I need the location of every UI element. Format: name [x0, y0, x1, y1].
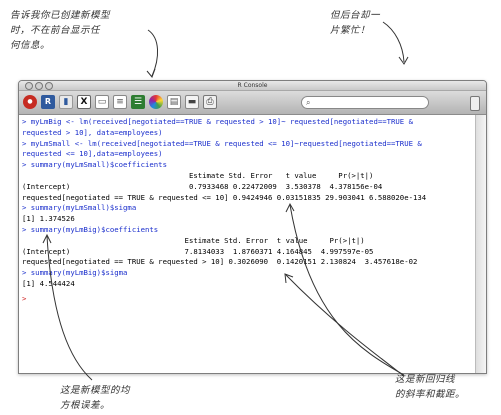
console-input-line: > myLmSmall <- lm(received[negotiated==T…	[22, 138, 422, 148]
toolbar: ● R ▮ X ▭ ≡ ☰ ▤ ▬ ⎙ ⌕	[19, 91, 486, 115]
toolbar-toggle-button[interactable]	[470, 96, 480, 111]
console-prompt[interactable]: >	[22, 294, 473, 305]
toolbar-icons: ● R ▮ X ▭ ≡ ☰ ▤ ▬ ⎙	[23, 95, 217, 109]
console-input-line: requested > 10], data=employees)	[22, 127, 163, 137]
console-input-line: > summary(myLmSmall)$sigma	[22, 203, 137, 213]
console-output-line: requested[negotiated == TRUE & requested…	[22, 257, 418, 267]
annotation-line: 但后台却一	[330, 10, 381, 21]
arrowhead-top-right	[398, 56, 409, 65]
annotation-bottom-right: 这是新回归线 的斜率和截距。	[395, 372, 485, 402]
print-icon[interactable]: ⎙	[203, 95, 217, 109]
annotation-line: 这是新模型的均	[60, 385, 131, 396]
console-input-line: > summary(myLmBig)$coefficients	[22, 224, 159, 234]
console-input-line: requested <= 10],data=employees)	[22, 149, 163, 159]
window-title: R Console	[237, 82, 268, 89]
console-output[interactable]: > myLmBig <- lm(received[negotiated==TRU…	[19, 115, 476, 373]
x11-icon[interactable]: X	[77, 95, 91, 109]
annotation-line: 的斜率和截距。	[395, 389, 466, 400]
annotation-top-right: 但后台却一 片繁忙！	[330, 8, 420, 38]
console-output-line: (Intercept) 0.7933468 0.22472009 3.53037…	[22, 181, 383, 191]
color-wheel-icon[interactable]	[149, 95, 163, 109]
title-bar: R Console	[19, 81, 486, 91]
annotation-line: 告诉我你已创建新模型	[10, 10, 111, 21]
r-logo-icon[interactable]: R	[41, 95, 55, 109]
workspace-list-icon[interactable]: ☰	[131, 95, 145, 109]
source-file-icon[interactable]: ≡	[113, 95, 127, 109]
annotation-line: 何信息。	[10, 40, 51, 51]
vertical-scrollbar[interactable]	[475, 115, 486, 373]
annotation-line: 这是新回归线	[395, 374, 456, 385]
search-field[interactable]: ⌕	[301, 96, 429, 109]
r-console-window: R Console ● R ▮ X ▭ ≡ ☰ ▤ ▬ ⎙ ⌕ > myLmBi…	[18, 80, 487, 374]
chart-icon[interactable]: ▮	[59, 95, 73, 109]
console-output-line: Estimate Std. Error t value Pr(>|t|)	[22, 235, 365, 245]
annotation-bottom-left: 这是新模型的均 方根误差。	[60, 383, 152, 413]
console-output-line: [1] 4.544424	[22, 278, 75, 288]
document-icon[interactable]: ▤	[167, 95, 181, 109]
console-output-line: (Intercept) 7.8134033 1.8760371 4.164845…	[22, 246, 374, 256]
annotation-line: 时，不在前台显示任	[10, 25, 101, 36]
stop-icon[interactable]: ●	[23, 95, 37, 109]
console-input-line: > myLmBig <- lm(received[negotiated==TRU…	[22, 117, 413, 126]
console-output-line: requested[negotiated == TRUE & requested…	[22, 192, 427, 202]
arrowhead-top-left	[146, 68, 156, 78]
new-document-icon[interactable]: ▭	[95, 95, 109, 109]
console-output-line: Estimate Std. Error t value Pr(>|t|)	[22, 170, 374, 180]
annotation-top-left: 告诉我你已创建新模型 时，不在前台显示任 何信息。	[10, 8, 150, 53]
console-output-line: [1] 1.374526	[22, 214, 75, 224]
console-input-line: > summary(myLmSmall)$coefficients	[22, 160, 167, 170]
folder-icon[interactable]: ▬	[185, 95, 199, 109]
annotation-line: 方根误差。	[60, 400, 111, 411]
search-input[interactable]	[310, 97, 413, 108]
annotation-line: 片繁忙！	[330, 25, 371, 36]
console-input-line: > summary(myLmBig)$sigma	[22, 268, 128, 278]
